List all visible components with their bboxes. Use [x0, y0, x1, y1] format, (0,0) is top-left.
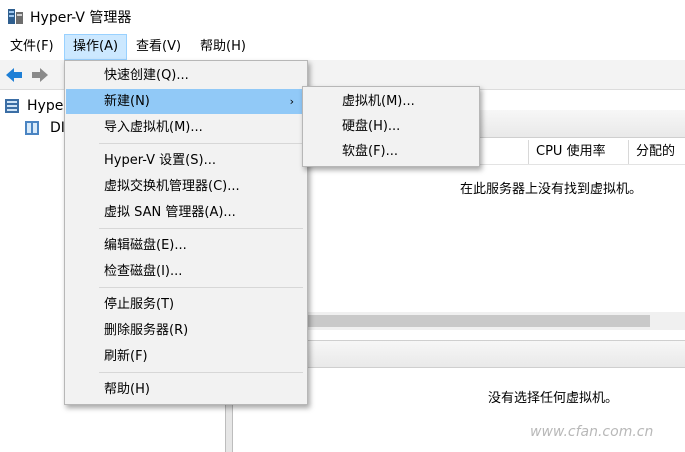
menu-help[interactable]: 帮助(H)	[192, 34, 254, 60]
menu-separator	[99, 287, 303, 288]
submenu-item-hard-disk[interactable]: 硬盘(H)...	[304, 114, 478, 139]
menu-item-stop-service[interactable]: 停止服务(T)	[66, 292, 306, 317]
back-arrow-icon[interactable]	[4, 66, 24, 84]
menu-item-inspect-disk[interactable]: 检查磁盘(I)...	[66, 259, 306, 284]
menu-bar: 文件(F) 操作(A) 查看(V) 帮助(H)	[0, 34, 685, 60]
watermark-text: www.cfan.com.cn	[530, 424, 654, 440]
menu-item-label: 虚拟交换机管理器(C)...	[104, 179, 240, 194]
action-dropdown-menu: 快速创建(Q)... 新建(N) › 导入虚拟机(M)... Hyper-V 设…	[64, 60, 308, 405]
menu-item-new[interactable]: 新建(N) ›	[66, 89, 306, 114]
menu-item-quick-create[interactable]: 快速创建(Q)...	[66, 63, 306, 88]
menu-separator	[99, 143, 303, 144]
menu-item-label: 导入虚拟机(M)...	[104, 120, 203, 135]
menu-action[interactable]: 操作(A)	[64, 34, 128, 60]
menu-item-label: 刷新(F)	[104, 349, 148, 364]
menu-item-help[interactable]: 帮助(H)	[66, 377, 306, 402]
submenu-item-floppy-disk[interactable]: 软盘(F)...	[304, 139, 478, 164]
no-selection-message: 没有选择任何虚拟机。	[488, 391, 619, 406]
menu-item-label: 新建(N)	[104, 94, 150, 109]
forward-arrow-icon[interactable]	[30, 66, 50, 84]
menu-item-label: 检查磁盘(I)...	[104, 264, 183, 279]
menu-file[interactable]: 文件(F)	[2, 34, 62, 60]
menu-item-label: 停止服务(T)	[104, 297, 175, 312]
menu-separator	[99, 228, 303, 229]
submenu-item-virtual-machine[interactable]: 虚拟机(M)...	[304, 89, 478, 114]
menu-item-refresh[interactable]: 刷新(F)	[66, 344, 306, 369]
submenu-item-label: 硬盘(H)...	[342, 119, 401, 134]
hyper-v-app-icon	[8, 9, 23, 24]
hyper-v-manager-icon	[5, 99, 19, 113]
menu-item-label: Hyper-V 设置(S)...	[104, 153, 216, 168]
submenu-item-label: 软盘(F)...	[342, 144, 399, 159]
menu-separator	[99, 372, 303, 373]
new-submenu: 虚拟机(M)... 硬盘(H)... 软盘(F)...	[302, 86, 480, 167]
tree-root-label: Hyper	[27, 98, 70, 114]
menu-item-label: 删除服务器(R)	[104, 323, 189, 338]
menu-item-label: 帮助(H)	[104, 382, 150, 397]
column-cpu-usage[interactable]: CPU 使用率	[528, 140, 628, 164]
tree-server-label: DI	[50, 120, 65, 136]
submenu-item-label: 虚拟机(M)...	[342, 94, 415, 109]
menu-item-hyperv-settings[interactable]: Hyper-V 设置(S)...	[66, 148, 306, 173]
server-icon	[25, 121, 39, 135]
column-assigned-memory[interactable]: 分配的	[628, 140, 685, 164]
title-bar: Hyper-V 管理器	[0, 0, 685, 34]
menu-item-virtual-san-manager[interactable]: 虚拟 SAN 管理器(A)...	[66, 200, 306, 225]
menu-item-label: 编辑磁盘(E)...	[104, 238, 187, 253]
menu-item-import-vm[interactable]: 导入虚拟机(M)...	[66, 115, 306, 140]
menu-view[interactable]: 查看(V)	[128, 34, 189, 60]
menu-item-label: 虚拟 SAN 管理器(A)...	[104, 205, 236, 220]
no-vms-message: 在此服务器上没有找到虚拟机。	[460, 182, 643, 197]
submenu-arrow-icon: ›	[289, 95, 294, 108]
menu-item-virtual-switch-manager[interactable]: 虚拟交换机管理器(C)...	[66, 174, 306, 199]
menu-item-label: 快速创建(Q)...	[104, 68, 189, 83]
window-title: Hyper-V 管理器	[30, 10, 132, 26]
menu-item-edit-disk[interactable]: 编辑磁盘(E)...	[66, 233, 306, 258]
menu-item-remove-server[interactable]: 删除服务器(R)	[66, 318, 306, 343]
